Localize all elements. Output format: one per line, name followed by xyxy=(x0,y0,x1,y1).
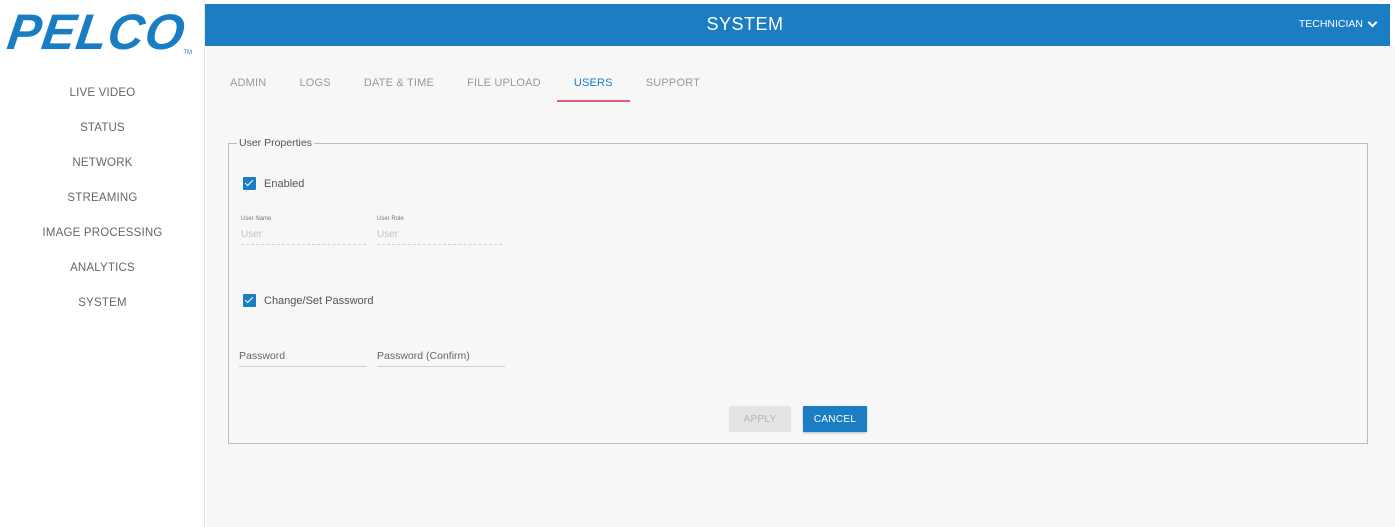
sidebar: PELCO TM LIVE VIDEO STATUS NETWORK STREA… xyxy=(0,0,205,527)
logo-text: PELCO xyxy=(4,4,190,60)
main-content: ADMIN LOGS DATE & TIME FILE UPLOAD USERS… xyxy=(206,46,1395,527)
chevron-down-icon xyxy=(1367,17,1378,27)
change-password-checkbox[interactable] xyxy=(243,294,256,307)
change-password-checkbox-row[interactable]: Change/Set Password xyxy=(243,294,373,307)
tab-support[interactable]: SUPPORT xyxy=(646,68,700,102)
tab-file-upload[interactable]: FILE UPLOAD xyxy=(467,68,541,102)
tab-date-time[interactable]: DATE & TIME xyxy=(364,68,434,102)
password-confirm-input[interactable] xyxy=(377,346,505,367)
sidebar-item-streaming[interactable]: STREAMING xyxy=(0,185,205,220)
user-role-label: TECHNICIAN xyxy=(1298,18,1363,30)
password-input[interactable] xyxy=(239,346,367,367)
pelco-logo[interactable]: PELCO TM xyxy=(4,4,198,60)
enabled-label: Enabled xyxy=(264,177,305,190)
tab-admin[interactable]: ADMIN xyxy=(230,68,266,102)
apply-button[interactable]: APPLY xyxy=(729,406,791,432)
sidebar-item-image-processing[interactable]: IMAGE PROCESSING xyxy=(0,220,205,255)
enabled-checkbox-row[interactable]: Enabled xyxy=(243,177,304,190)
password-confirm-field xyxy=(377,346,505,367)
enabled-checkbox[interactable] xyxy=(243,177,256,190)
user-properties-panel: User Properties Enabled User Name User R… xyxy=(228,137,1368,444)
user-menu[interactable]: TECHNICIAN xyxy=(1298,4,1378,44)
page-title: SYSTEM xyxy=(706,14,784,34)
sidebar-item-status[interactable]: STATUS xyxy=(0,115,205,150)
sidebar-item-network[interactable]: NETWORK xyxy=(0,150,205,185)
user-role-label: User Role xyxy=(377,216,404,222)
user-name-field: User Name xyxy=(241,216,366,245)
user-name-label: User Name xyxy=(241,216,272,222)
logo-trademark: TM xyxy=(183,50,192,56)
user-name-input[interactable] xyxy=(241,225,366,245)
sidebar-item-system[interactable]: SYSTEM xyxy=(0,290,205,325)
sidebar-item-analytics[interactable]: ANALYTICS xyxy=(0,255,205,290)
tab-users[interactable]: USERS xyxy=(556,68,630,102)
user-role-input[interactable] xyxy=(377,225,502,245)
cancel-button[interactable]: CANCEL xyxy=(803,406,867,432)
user-role-field: User Role xyxy=(377,216,502,245)
password-field xyxy=(239,346,367,367)
sidebar-item-live-video[interactable]: LIVE VIDEO xyxy=(0,80,205,115)
top-bar: SYSTEM TECHNICIAN xyxy=(205,4,1390,46)
tab-logs[interactable]: LOGS xyxy=(299,68,330,102)
system-tabs: ADMIN LOGS DATE & TIME FILE UPLOAD USERS… xyxy=(230,68,733,102)
change-password-label: Change/Set Password xyxy=(264,294,374,307)
user-properties-legend: User Properties xyxy=(237,137,314,149)
sidebar-nav: LIVE VIDEO STATUS NETWORK STREAMING IMAG… xyxy=(0,80,205,325)
